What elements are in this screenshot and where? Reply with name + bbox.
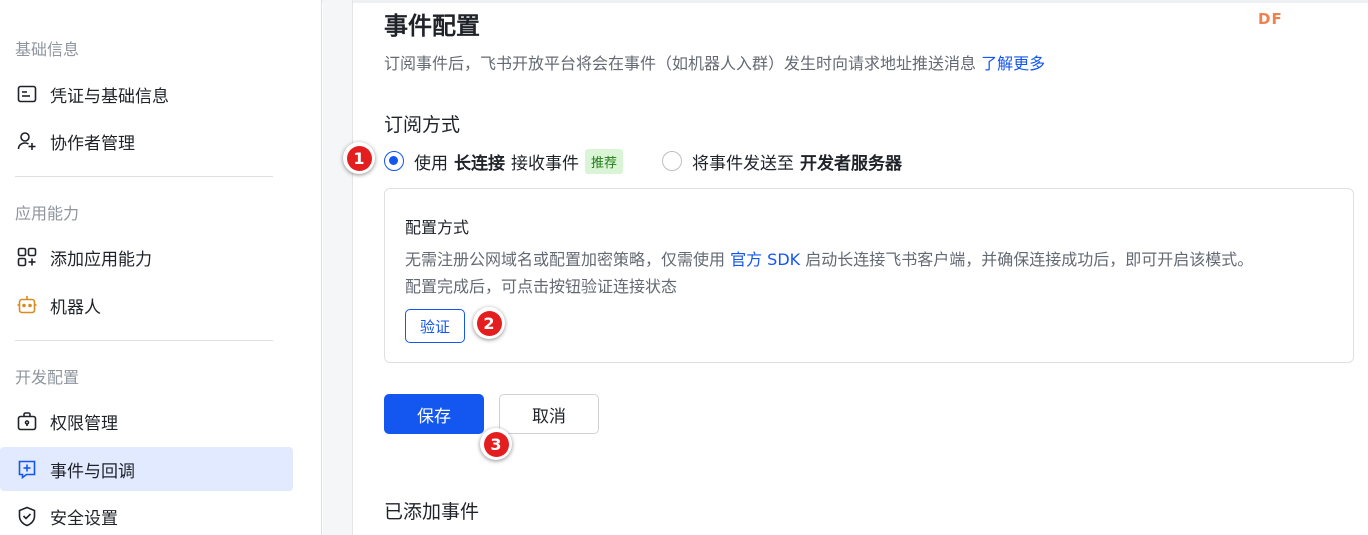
radio-label-prefix: 将事件发送至 [692,153,794,174]
radio-label-bold: 开发者服务器 [800,153,902,174]
learn-more-link[interactable]: 了解更多 [981,54,1045,73]
radio-checked-icon[interactable] [384,151,404,171]
sidebar-item-label: 协作者管理 [50,133,135,154]
sidebar-item-robot[interactable]: 机器人 [0,283,293,327]
radio-label-bold: 长连接 [454,153,505,174]
config-desc-text: 启动长连接飞书客户端，并确保连接成功后，即可开启该模式。 [800,250,1254,269]
step-number: 3 [483,431,509,457]
page-description-text: 订阅事件后，飞书开放平台将会在事件（如机器人入群）发生时向请求地址推送消息 [384,54,977,73]
event-plus-icon [16,458,38,480]
step-number: 1 [346,145,372,171]
app-grid-plus-icon [16,246,38,268]
step-badge-2: 2 [473,307,505,339]
radio-label-prefix: 使用 [414,153,448,174]
config-method-box: 配置方式 无需注册公网域名或配置加密策略，仅需使用 官方 SDK 启动长连接飞书… [384,188,1354,363]
page-description: 订阅事件后，飞书开放平台将会在事件（如机器人入群）发生时向请求地址推送消息 了解… [384,50,1045,74]
df-watermark: DF [1258,10,1283,28]
robot-icon [16,294,38,316]
step-badge-1: 1 [343,142,375,174]
sidebar-divider [15,176,273,177]
added-events-title: 已添加事件 [384,501,480,523]
sidebar: 基础信息 凭证与基础信息 协作者管理 应用能力 添加应用能力 机器人 开发配置 … [0,0,322,535]
step-badge-3: 3 [480,428,512,460]
step-number: 2 [476,310,502,336]
config-desc-line2: 配置完成后，可点击按钮验证连接状态 [405,277,678,296]
verify-button[interactable]: 验证 [405,309,465,343]
save-button[interactable]: 保存 [384,394,484,434]
official-sdk-link[interactable]: 官方 SDK [730,250,800,269]
add-user-icon [16,130,38,152]
sidebar-item-events-callbacks[interactable]: 事件与回调 [0,447,293,491]
sidebar-item-permissions[interactable]: 权限管理 [0,399,293,443]
sidebar-item-security[interactable]: 安全设置 [0,494,293,535]
radio-long-connection[interactable]: 使用 长连接 接收事件 推荐 [384,147,624,175]
sidebar-item-label: 事件与回调 [50,461,135,482]
config-method-title: 配置方式 [405,218,470,237]
credential-card-icon [16,83,38,105]
sidebar-item-label: 凭证与基础信息 [50,86,169,107]
radio-developer-server[interactable]: 将事件发送至 开发者服务器 [662,147,908,175]
cancel-button[interactable]: 取消 [499,394,599,434]
sidebar-item-credentials[interactable]: 凭证与基础信息 [0,72,293,116]
config-method-description: 无需注册公网域名或配置加密策略，仅需使用 官方 SDK 启动长连接飞书客户端，并… [405,246,1345,300]
section-title-dev-config: 开发配置 [15,368,80,387]
radio-label-suffix: 接收事件 [511,153,579,174]
sidebar-item-add-capability[interactable]: 添加应用能力 [0,235,293,279]
section-title-capabilities: 应用能力 [15,204,80,223]
sidebar-item-collaborators[interactable]: 协作者管理 [0,119,293,163]
section-title-basic: 基础信息 [15,40,80,59]
config-desc-text: 无需注册公网域名或配置加密策略，仅需使用 [405,250,731,269]
subscription-method-label: 订阅方式 [384,114,461,136]
sidebar-item-label: 机器人 [50,297,101,318]
recommended-badge: 推荐 [585,148,624,174]
shield-check-icon [16,505,38,527]
radio-unchecked-icon[interactable] [662,151,682,171]
content-gutter [323,0,353,535]
page-title: 事件配置 [384,12,480,40]
sidebar-item-label: 权限管理 [50,413,118,434]
briefcase-lock-icon [16,410,38,432]
sidebar-item-label: 添加应用能力 [50,249,152,270]
sidebar-item-label: 安全设置 [50,508,118,529]
sidebar-divider [15,340,273,341]
